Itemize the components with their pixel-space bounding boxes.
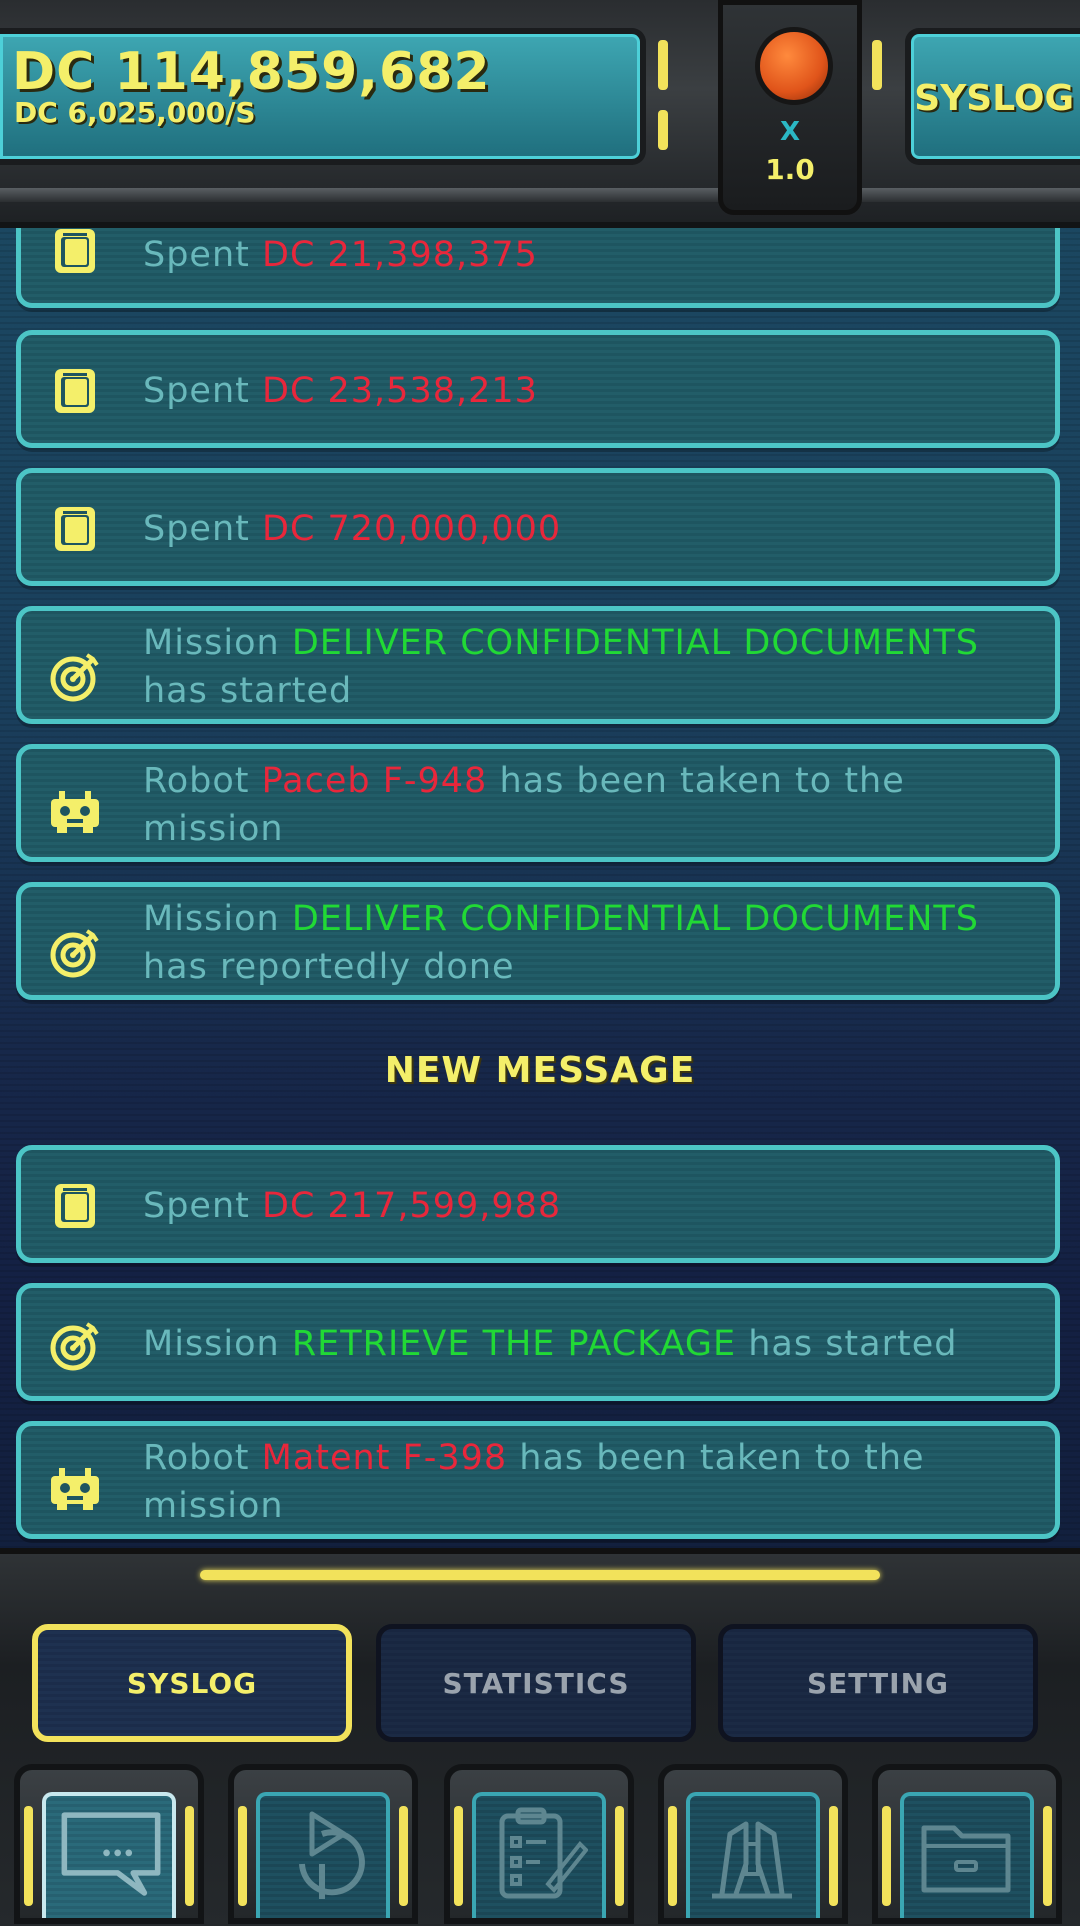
log-text: Mission DELIVER CONFIDENTIAL DOCUMENTS h… <box>143 899 980 987</box>
folder-icon <box>921 1825 1011 1893</box>
bottom-hud: SYSLOG STATISTICS SETTING <box>0 1548 1080 1926</box>
indicator-lamp <box>882 1806 891 1906</box>
log-entry: Mission DELIVER CONFIDENTIAL DOCUMENTS h… <box>16 606 1060 724</box>
log-text: Spent DC 217,599,988 <box>143 1186 562 1226</box>
wallet-icon <box>55 1184 95 1228</box>
nav-missions-button[interactable] <box>228 1764 418 1924</box>
indicator-lamp <box>454 1806 463 1906</box>
nav-button-screen <box>686 1792 820 1918</box>
new-message-divider: NEW MESSAGE <box>384 1050 696 1091</box>
speed-button[interactable] <box>755 27 833 105</box>
indicator-lamp <box>615 1806 624 1906</box>
robot-hangar-icon <box>712 1821 792 1899</box>
speed-value: 1.0 <box>765 153 815 186</box>
nav-syslog-button[interactable] <box>14 1764 204 1924</box>
tab-syslog[interactable]: SYSLOG <box>32 1624 352 1742</box>
nav-button-screen <box>472 1792 606 1918</box>
tab-setting[interactable]: SETTING <box>718 1624 1038 1742</box>
log-entry: Spent DC 720,000,000 <box>16 468 1060 586</box>
panel-title: SYSLOG <box>914 78 1074 119</box>
log-entry: Robot Paceb F-948 has been taken to the … <box>16 744 1060 862</box>
money-total: DC 114,859,682 <box>12 42 491 102</box>
clipboard-icon <box>499 1807 588 1899</box>
mission-name: DELIVER CONFIDENTIAL DOCUMENTS <box>291 623 980 663</box>
log-text: Spent DC 23,538,213 <box>143 371 538 411</box>
log-entry: Robot Matent F-398 has been taken to the… <box>16 1421 1060 1539</box>
log-amount: DC 23,538,213 <box>262 371 538 411</box>
log-entry: Mission DELIVER CONFIDENTIAL DOCUMENTS h… <box>16 882 1060 1000</box>
indicator-lamp <box>185 1806 194 1906</box>
top-hud: DC 114,859,682 DC 6,025,000/S X 1.0 SYSL… <box>0 0 1080 228</box>
log-amount: DC 21,398,375 <box>262 235 538 275</box>
launch-icon <box>299 1811 365 1899</box>
target-icon <box>50 929 99 978</box>
nav-files-button[interactable] <box>872 1764 1062 1924</box>
mission-name: DELIVER CONFIDENTIAL DOCUMENTS <box>291 899 980 939</box>
indicator-rail <box>200 1570 880 1580</box>
money-rate: DC 6,025,000/S <box>14 96 256 129</box>
target-icon <box>50 653 99 702</box>
log-entry: Spent DC 217,599,988 <box>16 1145 1060 1263</box>
log-text: Robot Matent F-398 has been taken to the… <box>143 1438 925 1526</box>
nav-button-screen <box>256 1792 390 1918</box>
indicator-lamp <box>238 1806 247 1906</box>
nav-robots-button[interactable] <box>658 1764 848 1924</box>
money-panel: DC 114,859,682 DC 6,025,000/S <box>0 28 646 165</box>
log-text: Spent DC 720,000,000 <box>143 509 562 549</box>
speed-control[interactable]: X 1.0 <box>718 0 862 215</box>
robot-name: Paceb F-948 <box>261 761 488 801</box>
mission-name: RETRIEVE THE PACKAGE <box>291 1324 737 1364</box>
log-amount: DC 720,000,000 <box>262 509 562 549</box>
wallet-icon <box>55 507 95 551</box>
indicator-lamp <box>668 1806 677 1906</box>
panel-title-box: SYSLOG <box>905 28 1080 165</box>
target-icon <box>50 1322 99 1371</box>
indicator-lamp <box>1043 1806 1052 1906</box>
robot-icon <box>51 791 99 833</box>
tab-statistics[interactable]: STATISTICS <box>376 1624 696 1742</box>
indicator-lamp <box>658 40 668 90</box>
log-text: Spent DC 21,398,375 <box>143 235 538 275</box>
wallet-icon <box>55 369 95 413</box>
log-entry: Mission RETRIEVE THE PACKAGE has started <box>16 1283 1060 1401</box>
nav-tasks-button[interactable] <box>444 1764 634 1924</box>
wallet-icon <box>55 229 95 273</box>
log-amount: DC 217,599,988 <box>262 1186 562 1226</box>
nav-button-screen <box>900 1792 1034 1918</box>
indicator-lamp <box>658 110 668 150</box>
log-entry: Spent DC 23,538,213 <box>16 330 1060 448</box>
nav-button-screen <box>42 1792 176 1918</box>
indicator-lamp <box>399 1806 408 1906</box>
robot-name: Matent F-398 <box>261 1438 508 1478</box>
log-text: Mission RETRIEVE THE PACKAGE has started <box>143 1324 958 1364</box>
indicator-lamp <box>872 40 882 90</box>
robot-icon <box>51 1468 99 1510</box>
indicator-lamp <box>829 1806 838 1906</box>
chat-icon <box>61 1812 161 1896</box>
log-text: Mission DELIVER CONFIDENTIAL DOCUMENTS h… <box>143 623 980 711</box>
speed-prefix: X <box>779 117 801 147</box>
indicator-lamp <box>24 1806 33 1906</box>
log-text: Robot Paceb F-948 has been taken to the … <box>143 761 905 849</box>
